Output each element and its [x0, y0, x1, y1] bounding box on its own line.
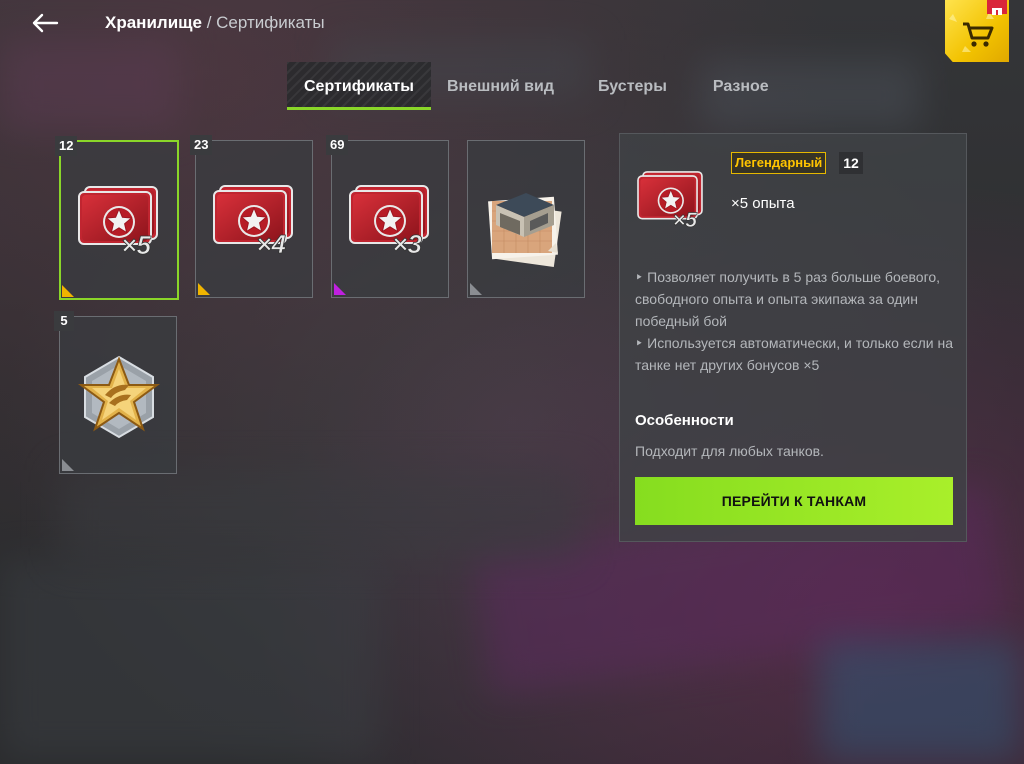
garage-slot-icon: [468, 141, 584, 297]
features-text: Подходит для любых танков.: [635, 443, 824, 459]
category-tabs: Сертификаты Внешний вид Бустеры Разное: [287, 62, 769, 110]
xp-cards-x4-icon: ×4: [196, 141, 312, 297]
xp-cards-x5-icon: ×5: [61, 142, 177, 298]
go-to-tanks-button[interactable]: ПЕРЕЙТИ К ТАНКАМ: [635, 477, 953, 525]
tab-boosters[interactable]: Бустеры: [598, 62, 667, 110]
tab-appearance[interactable]: Внешний вид: [439, 62, 554, 110]
item-details-panel: ×5 ×5 Легендарный 12 ×5 опыта ‣ Позволяе…: [619, 133, 967, 542]
back-arrow-icon[interactable]: [30, 11, 62, 35]
item-card[interactable]: 69 ×3 ×3: [326, 135, 449, 298]
tab-misc[interactable]: Разное: [713, 62, 769, 110]
description-line: ‣ Используется автоматически, и только е…: [635, 335, 954, 373]
breadcrumb-title[interactable]: Хранилище: [105, 13, 202, 32]
tab-certificates[interactable]: Сертификаты: [287, 62, 431, 110]
item-name: ×5 опыта: [731, 195, 795, 212]
rarity-corner: [62, 459, 74, 471]
commander-badge-icon: [60, 317, 176, 473]
svg-text:×4: ×4: [256, 229, 286, 259]
rarity-corner: [62, 285, 74, 297]
rarity-corner: [334, 283, 346, 295]
svg-text:×5: ×5: [673, 208, 698, 232]
item-card[interactable]: 5: [54, 311, 177, 474]
item-count-badge: 12: [839, 152, 863, 174]
breadcrumb: Хранилище / Сертификаты: [105, 13, 325, 33]
svg-text:×5: ×5: [121, 230, 151, 260]
svg-text:×3: ×3: [392, 229, 422, 259]
shop-cart-button[interactable]: [945, 0, 1009, 62]
rarity-corner: [470, 283, 482, 295]
item-card[interactable]: 12 ×5 ×5: [55, 136, 179, 300]
item-description: ‣ Позволяет получить в 5 раз больше боев…: [635, 266, 957, 376]
item-card[interactable]: 23 ×4 ×4: [190, 135, 313, 298]
rarity-badge: Легендарный: [731, 152, 827, 174]
xp-cards-x3-icon: ×3: [332, 141, 448, 297]
gift-icon: [987, 0, 1007, 15]
xp-cards-x5-icon: ×5 ×5: [634, 166, 712, 234]
features-title: Особенности: [635, 412, 734, 429]
breadcrumb-separator: /: [206, 13, 212, 32]
description-line: ‣ Позволяет получить в 5 раз больше боев…: [635, 269, 941, 329]
item-card[interactable]: [467, 140, 585, 298]
rarity-corner: [198, 283, 210, 295]
breadcrumb-current: Сертификаты: [216, 13, 325, 32]
